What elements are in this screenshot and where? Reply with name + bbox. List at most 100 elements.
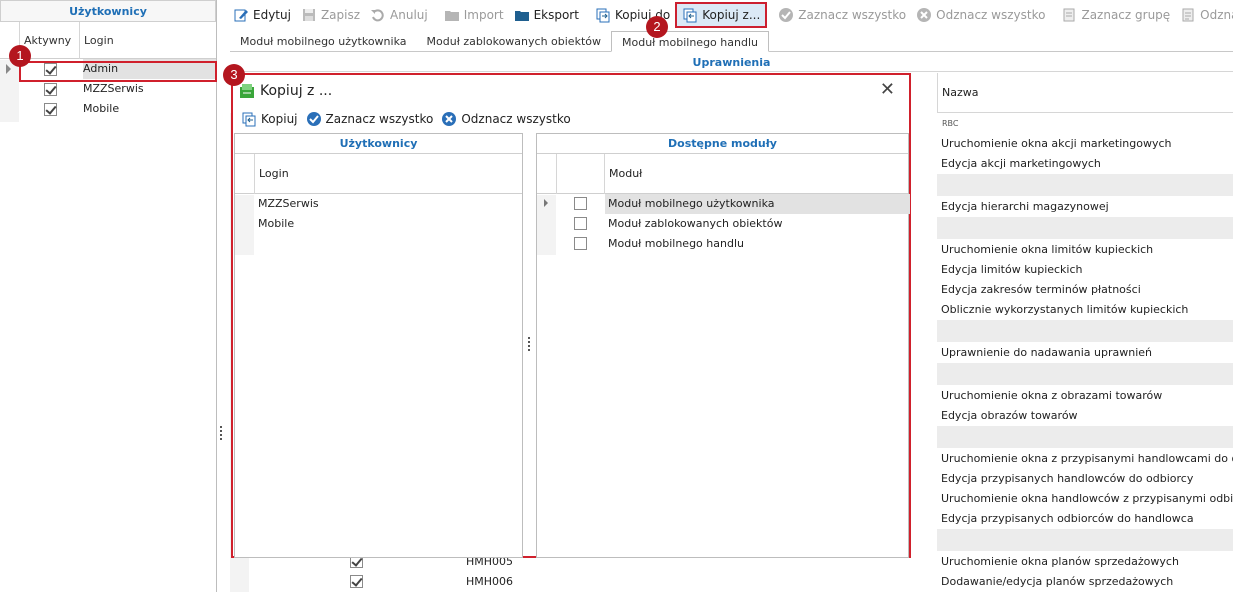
dialog-copy-button[interactable]: Kopiuj bbox=[239, 109, 304, 129]
tab-mobile-trade-module[interactable]: Moduł mobilnego handlu bbox=[611, 31, 769, 52]
export-button[interactable]: Eksport bbox=[509, 3, 584, 27]
deselect-all-label: Odznacz wszystko bbox=[936, 8, 1046, 22]
callout-marker-2: 2 bbox=[646, 16, 668, 38]
active-checkbox[interactable] bbox=[44, 83, 57, 96]
permission-code-row[interactable]: HMH006 bbox=[230, 572, 937, 592]
row-indicator-icon bbox=[6, 64, 11, 74]
tab-locked-objects-module[interactable]: Moduł zablokowanych obiektów bbox=[417, 31, 611, 52]
folder-icon bbox=[514, 11, 529, 21]
column-header-login[interactable]: Login bbox=[254, 154, 524, 194]
dialog-user-row[interactable]: Mobile bbox=[235, 214, 522, 234]
permission-row[interactable]: Dodawanie/edycja planów sprzedażowych bbox=[937, 572, 1233, 592]
x-circle-icon bbox=[442, 112, 457, 126]
permission-group-band bbox=[937, 426, 1233, 448]
row-indicator-icon bbox=[544, 199, 548, 207]
user-row-mzzserwis[interactable]: MZZSerwis bbox=[0, 79, 216, 99]
dialog-title: Kopiuj z ... bbox=[260, 83, 333, 99]
select-group-icon bbox=[1063, 8, 1075, 22]
user-login: MZZSerwis bbox=[83, 82, 144, 95]
permission-row[interactable]: Edycja przypisanych odbiorców do handlow… bbox=[937, 509, 1233, 529]
dialog-copy-label: Kopiuj bbox=[261, 112, 298, 126]
permission-row[interactable]: Edycja obrazów towarów bbox=[937, 406, 1233, 426]
dialog-select-all-button[interactable]: Zaznacz wszystko bbox=[304, 109, 440, 129]
filter-row-icon[interactable]: RBC bbox=[942, 119, 959, 128]
permission-row[interactable]: Uruchomienie okna akcji marketingowych bbox=[937, 134, 1233, 154]
undo-icon bbox=[371, 9, 384, 22]
permission-row[interactable]: Uruchomienie okna z przypisanymi handlow… bbox=[937, 449, 1233, 469]
dialog-users-header: Login bbox=[235, 154, 522, 194]
dialog-title-bar: Kopiuj z ... bbox=[239, 81, 332, 101]
permission-checkbox[interactable] bbox=[350, 575, 363, 588]
import-button[interactable]: Import bbox=[439, 3, 509, 27]
save-button[interactable]: Zapisz bbox=[296, 3, 365, 27]
column-header-login[interactable]: Login bbox=[79, 22, 217, 59]
module-tabs: Moduł mobilnego użytkownika Moduł zablok… bbox=[230, 31, 1233, 52]
edit-button[interactable]: Edytuj bbox=[228, 3, 296, 27]
dialog-module-row[interactable]: Moduł mobilnego użytkownika bbox=[537, 194, 910, 214]
deselect-group-icon bbox=[1182, 8, 1194, 22]
column-header-module[interactable]: Moduł bbox=[604, 154, 910, 194]
user-login: Mobile bbox=[83, 102, 120, 115]
export-label: Eksport bbox=[533, 8, 579, 22]
folder-icon bbox=[444, 11, 459, 21]
permission-group-band bbox=[937, 529, 1233, 551]
deselect-group-button[interactable]: Odznacz grupę bbox=[1175, 3, 1233, 27]
permissions-group-header: Uprawnienia bbox=[230, 53, 1233, 72]
permission-group-band bbox=[937, 320, 1233, 342]
save-icon bbox=[302, 9, 315, 21]
dialog-deselect-all-label: Odznacz wszystko bbox=[461, 112, 571, 126]
copy-to-icon bbox=[596, 8, 610, 23]
permission-row[interactable]: Uruchomienie okna planów sprzedażowych bbox=[937, 552, 1233, 572]
dialog-user-login: Mobile bbox=[258, 217, 295, 230]
copy-from-icon bbox=[683, 8, 697, 23]
edit-label: Edytuj bbox=[253, 8, 291, 22]
dialog-module-row[interactable]: Moduł zablokowanych obiektów bbox=[537, 214, 908, 234]
column-header-checkbox[interactable] bbox=[556, 154, 604, 194]
permission-row[interactable]: Uruchomienie okna z obrazami towarów bbox=[937, 386, 1233, 406]
check-circle-icon bbox=[779, 8, 794, 22]
dialog-toolbar: Kopiuj Zaznacz wszystko Odznacz wszystko bbox=[239, 109, 577, 129]
copy-icon bbox=[242, 112, 256, 127]
dialog-module-label: Moduł zablokowanych obiektów bbox=[608, 217, 783, 230]
dialog-modules-header: Moduł bbox=[537, 154, 908, 194]
active-checkbox[interactable] bbox=[44, 103, 57, 116]
permission-row[interactable]: Edycja hierarchi magazynowej bbox=[937, 197, 1233, 217]
deselect-all-button[interactable]: Odznacz wszystko bbox=[911, 3, 1050, 27]
tab-mobile-user-module[interactable]: Moduł mobilnego użytkownika bbox=[230, 31, 417, 52]
permission-group-band bbox=[937, 217, 1233, 239]
permission-row[interactable]: Uprawnienie do nadawania uprawnień bbox=[937, 343, 1233, 363]
close-icon[interactable]: ✕ bbox=[880, 81, 895, 99]
module-checkbox[interactable] bbox=[574, 237, 587, 250]
permission-row[interactable]: Edycja zakresów terminów płatności bbox=[937, 280, 1233, 300]
copy-from-button[interactable]: Kopiuj z... bbox=[675, 2, 768, 28]
users-panel-title: Użytkownicy bbox=[0, 0, 216, 22]
dialog-user-row[interactable]: MZZSerwis bbox=[235, 194, 522, 214]
module-checkbox[interactable] bbox=[574, 197, 587, 210]
x-circle-icon bbox=[917, 8, 932, 22]
users-grid-header: Aktywny Login bbox=[0, 22, 216, 59]
edit-icon bbox=[234, 9, 248, 22]
user-row-mobile[interactable]: Mobile bbox=[0, 99, 216, 119]
dialog-users-pane: Użytkownicy Login MZZSerwis Mobile bbox=[234, 133, 523, 558]
module-checkbox[interactable] bbox=[574, 217, 587, 230]
panel-splitter-handle[interactable] bbox=[220, 426, 224, 444]
dialog-module-row[interactable]: Moduł mobilnego handlu bbox=[537, 234, 908, 254]
dialog-modules-pane: Dostępne moduły Moduł Moduł mobilnego uż… bbox=[536, 133, 910, 558]
select-all-button[interactable]: Zaznacz wszystko bbox=[773, 3, 911, 27]
dialog-modules-title: Dostępne moduły bbox=[537, 134, 908, 154]
copy-from-dialog: Kopiuj z ... ✕ Kopiuj Zaznacz wszystko O… bbox=[231, 73, 911, 558]
permission-row[interactable]: Edycja akcji marketingowych bbox=[937, 154, 1233, 174]
permission-row[interactable]: Edycja limitów kupieckich bbox=[937, 260, 1233, 280]
users-panel: Użytkownicy Aktywny Login Admin MZZSerwi… bbox=[0, 0, 217, 592]
select-group-button[interactable]: Zaznacz grupę bbox=[1056, 3, 1175, 27]
permission-row[interactable]: Oblicznie wykorzystanych limitów kupieck… bbox=[937, 300, 1233, 320]
permission-row[interactable]: Edycja przypisanych handlowców do odbior… bbox=[937, 469, 1233, 489]
dialog-splitter-handle[interactable] bbox=[528, 337, 531, 353]
column-header-name[interactable]: Nazwa bbox=[937, 73, 1233, 113]
permission-row[interactable]: Uruchomienie okna limitów kupieckich bbox=[937, 240, 1233, 260]
cancel-button[interactable]: Anuluj bbox=[365, 3, 433, 27]
dialog-deselect-all-button[interactable]: Odznacz wszystko bbox=[439, 109, 576, 129]
permission-row[interactable]: Uruchomienie okna handlowców z przypisan… bbox=[937, 489, 1233, 509]
dialog-users-title: Użytkownicy bbox=[235, 134, 522, 154]
callout-marker-3: 3 bbox=[223, 64, 245, 86]
